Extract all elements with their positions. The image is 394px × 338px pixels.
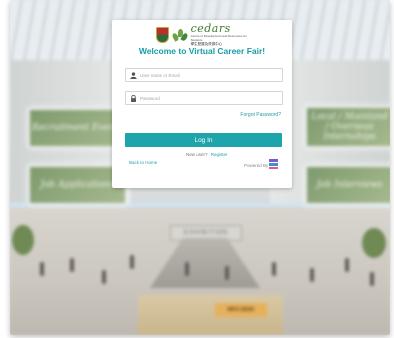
page-title: Welcome to Virtual Career Fair! [138, 46, 266, 56]
register-link[interactable]: Register [211, 152, 228, 157]
forgot-password-link[interactable]: Forgot Password? [240, 112, 281, 118]
billboard-label: Recruitment Events [32, 123, 123, 133]
powered-by-label: Powered By [244, 163, 269, 168]
visitor [345, 258, 349, 272]
billboard-internships[interactable]: Local / Mainland / Overseas Internships [305, 106, 390, 148]
lock-icon [128, 93, 138, 103]
password-input[interactable] [138, 95, 277, 101]
plant [12, 225, 34, 255]
password-field[interactable] [125, 91, 283, 105]
billboard-label: Local / Mainland / Overseas Internships [311, 112, 388, 142]
info-desk-sign[interactable]: INFO DESK [215, 303, 267, 317]
username-field[interactable] [125, 68, 283, 82]
visitor [225, 266, 229, 280]
visitor [310, 268, 314, 282]
logo-subtitle: Centre of Development and Resources for … [190, 34, 247, 42]
billboard-job-interviews[interactable]: Job Interviews [305, 165, 390, 205]
logo: cedars Centre of Development and Resourc… [156, 22, 256, 46]
hku-crest-icon [156, 27, 170, 43]
user-icon [128, 70, 138, 80]
back-to-home-link[interactable]: Back to Home [129, 160, 157, 165]
login-card: cedars Centre of Development and Resourc… [112, 20, 292, 188]
powered-by-logo-icon [269, 159, 278, 169]
plant [362, 228, 386, 258]
visitor [185, 262, 189, 276]
visitor [130, 255, 134, 269]
logo-name: cedars [190, 22, 231, 35]
visitor [272, 262, 276, 276]
visitor [102, 270, 106, 284]
new-user-label: New user? [186, 152, 208, 157]
visitor [40, 262, 44, 276]
new-user-prompt: New user? Register [186, 152, 228, 157]
visitor [70, 258, 74, 272]
logo-text: cedars Centre of Development and Resourc… [190, 22, 256, 46]
login-button[interactable]: Log In [125, 133, 282, 147]
visitor [370, 272, 374, 286]
leaf-logo-icon [171, 27, 190, 43]
username-input[interactable] [138, 72, 277, 78]
billboard-label: Job Interviews [316, 180, 383, 190]
billboard-label: Job Applications [40, 180, 115, 190]
